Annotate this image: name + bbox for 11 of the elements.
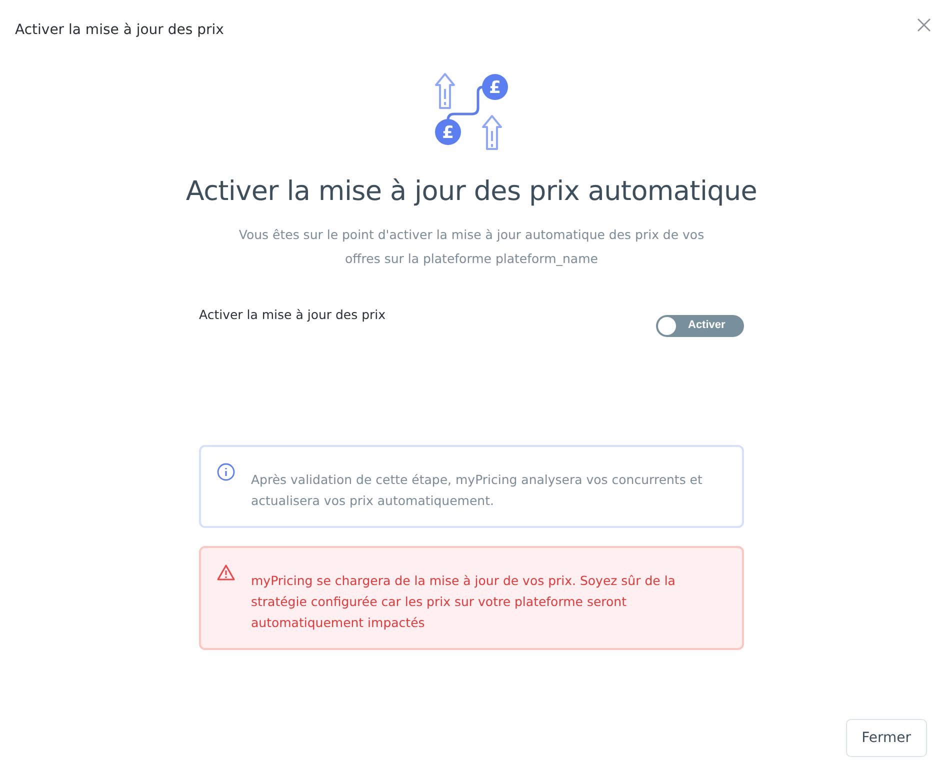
price-arrows-drawing: £ £: [432, 72, 512, 152]
heading: Activer la mise à jour des prix automatique: [186, 176, 758, 207]
warning-icon: [217, 564, 235, 581]
setting-label: Activer la mise à jour des prix: [199, 307, 386, 322]
close-icon[interactable]: [917, 18, 931, 32]
alert-text: Après validation de cette étape, myPricing analysera vos concurrents et actualisera vos prix automatiquement.: [251, 471, 704, 510]
description: Vous êtes sur le point d'activer la mise à jour automatique des prix de vos offres sur la plateforme plateform_name: [238, 226, 706, 268]
alert-text: myPricing se chargera de la mise à jour de vos prix. Soyez sûr de la stratégie configurée car les prix sur votre plateforme seront automatiquement impactés: [251, 572, 676, 632]
info-icon: [217, 463, 235, 481]
dialog-title: Activer la mise à jour des prix: [15, 22, 224, 38]
close-button[interactable]: Fermer: [846, 719, 927, 757]
